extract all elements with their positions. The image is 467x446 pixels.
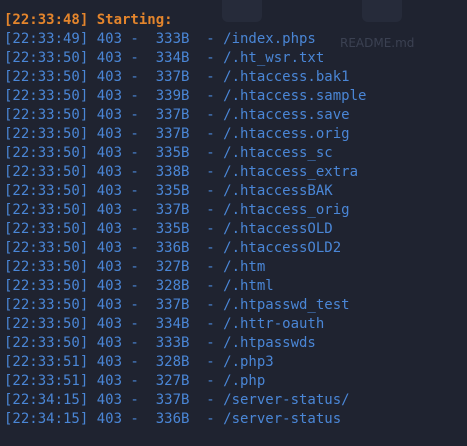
log-line: [22:33:50] 403 - 337B - /.htaccess.bak1 [4,69,350,85]
log-line: [22:33:50] 403 - 339B - /.htaccess.sampl… [4,88,367,104]
log-line: [22:33:50] 403 - 327B - /.htm [4,259,266,275]
log-line: [22:33:51] 403 - 328B - /.php3 [4,354,274,370]
log-line: [22:34:15] 403 - 337B - /server-status/ [4,392,350,408]
log-line: [22:33:50] 403 - 335B - /.htaccess_sc [4,145,333,161]
starting-line: [22:33:48] Starting: [4,12,182,28]
log-line: [22:33:49] 403 - 333B - /index.phps [4,31,316,47]
log-line: [22:33:50] 403 - 337B - /.htaccess.orig [4,126,350,142]
log-line: [22:33:51] 403 - 327B - /.php [4,373,266,389]
log-line: [22:33:50] 403 - 334B - /.httr-oauth [4,316,325,332]
log-line: [22:33:50] 403 - 337B - /.htpasswd_test [4,297,350,313]
log-line: [22:33:50] 403 - 337B - /.htaccess.save [4,107,350,123]
log-line: [22:33:50] 403 - 338B - /.htaccess_extra [4,164,359,180]
log-line: [22:33:50] 403 - 336B - /.htaccessOLD2 [4,240,342,256]
log-output: [22:33:48] Starting: [22:33:49] 403 - 33… [4,11,366,429]
log-line: [22:33:50] 403 - 335B - /.htaccessBAK [4,183,333,199]
log-line: [22:33:50] 403 - 335B - /.htaccessOLD [4,221,333,237]
log-line: [22:33:50] 403 - 333B - /.htpasswds [4,335,316,351]
desktop-file-icon [362,0,402,22]
log-line: [22:34:15] 403 - 336B - /server-status [4,411,342,427]
log-line: [22:33:50] 403 - 328B - /.html [4,278,274,294]
log-line: [22:33:50] 403 - 334B - /.ht_wsr.txt [4,50,325,66]
terminal-window[interactable]: README.md [22:33:48] Starting: [22:33:49… [0,0,467,446]
log-line: [22:33:50] 403 - 337B - /.htaccess_orig [4,202,350,218]
